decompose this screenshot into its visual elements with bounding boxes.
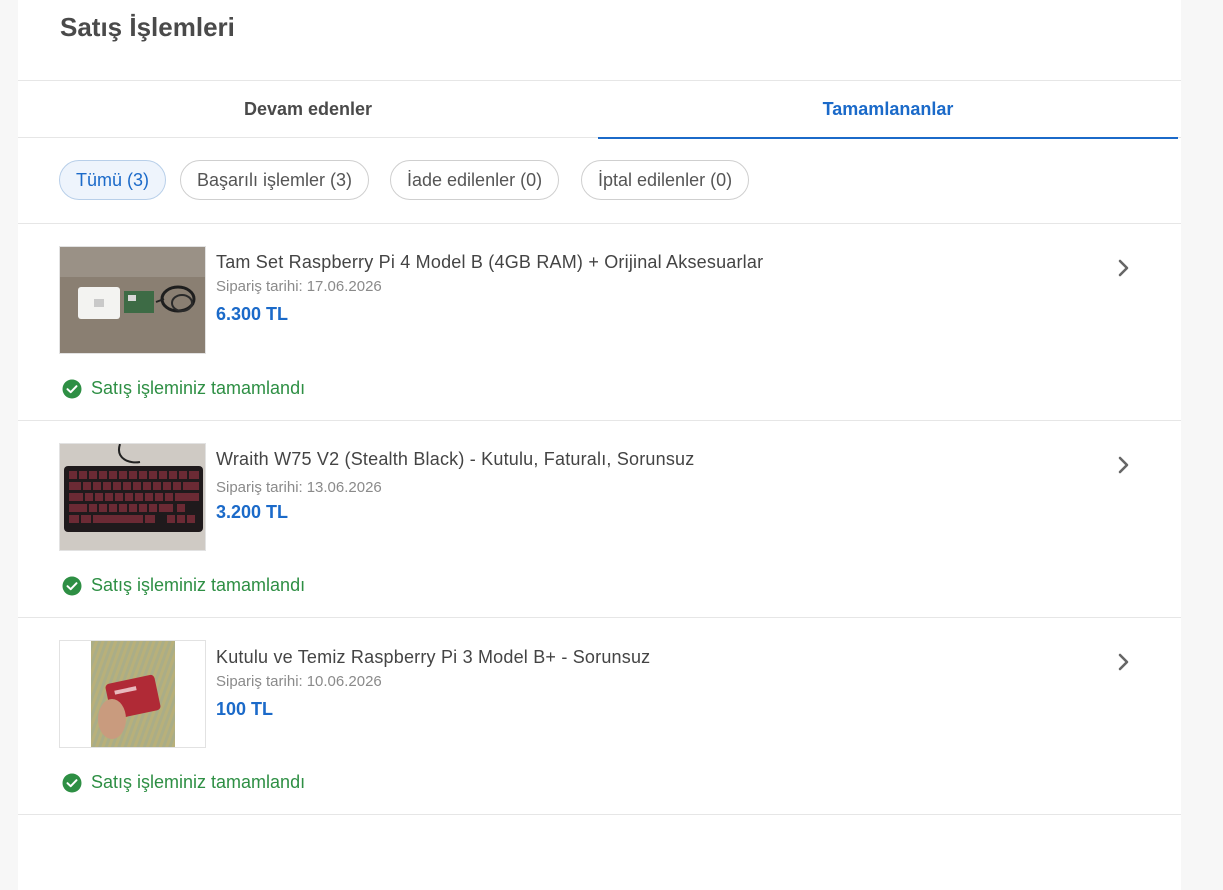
order-status-text: Satış işleminiz tamamlandı xyxy=(91,772,306,792)
tab-bar: Devam edenler Tamamlananlar xyxy=(18,80,1181,139)
filter-all-chip[interactable]: Tümü (3) xyxy=(59,160,167,200)
order-status: Satış işleminiz tamamlandı xyxy=(62,772,305,793)
order-status: Satış işleminiz tamamlandı xyxy=(62,575,305,596)
product-photo-raspberry-pi-3 xyxy=(60,641,205,747)
order-card[interactable]: Kutulu ve Temiz Raspberry Pi 3 Model B+ … xyxy=(18,618,1181,815)
order-date-value: 10.06.2026 xyxy=(306,673,382,690)
filter-cancelled-chip[interactable]: İptal edilenler (0) xyxy=(581,160,750,200)
product-price: 3.200 TL xyxy=(216,502,289,522)
order-date-value: 13.06.2026 xyxy=(306,479,382,496)
filter-bar: Tümü (3) Başarılı işlemler (3) İade edil… xyxy=(18,139,1181,224)
order-date-label: Sipariş tarihi: xyxy=(216,673,303,690)
order-date-label: Sipariş tarihi: xyxy=(216,479,303,496)
order-date: Sipariş tarihi: 10.06.2026 xyxy=(216,673,382,690)
product-price: 6.300 TL xyxy=(216,304,289,324)
tab-completed[interactable]: Tamamlananlar xyxy=(598,81,1178,139)
order-status-text: Satış işleminiz tamamlandı xyxy=(91,378,306,398)
product-title: Kutulu ve Temiz Raspberry Pi 3 Model B+ … xyxy=(216,647,651,667)
tab-ongoing[interactable]: Devam edenler xyxy=(18,81,598,138)
check-circle-icon xyxy=(62,576,82,595)
order-date: Sipariş tarihi: 13.06.2026 xyxy=(216,479,382,496)
chevron-right-icon[interactable] xyxy=(1113,455,1133,475)
filter-successful-chip[interactable]: Başarılı işlemler (3) xyxy=(180,160,370,200)
product-thumbnail xyxy=(59,246,206,354)
product-title: Tam Set Raspberry Pi 4 Model B (4GB RAM)… xyxy=(216,252,764,272)
chevron-right-icon[interactable] xyxy=(1113,258,1133,278)
page-title: Satış İşlemleri xyxy=(60,12,235,42)
sales-panel: Satış İşlemleri Devam edenler Tamamlanan… xyxy=(18,0,1181,890)
order-card[interactable]: Tam Set Raspberry Pi 4 Model B (4GB RAM)… xyxy=(18,224,1181,421)
order-status: Satış işleminiz tamamlandı xyxy=(62,378,305,399)
product-photo-raspberry-pi-4 xyxy=(60,247,205,353)
product-title: Wraith W75 V2 (Stealth Black) - Kutulu, … xyxy=(216,449,695,469)
chevron-right-icon[interactable] xyxy=(1113,652,1133,672)
product-thumbnail xyxy=(59,443,206,551)
order-status-text: Satış işleminiz tamamlandı xyxy=(91,575,306,595)
order-date-value: 17.06.2026 xyxy=(306,278,382,295)
check-circle-icon xyxy=(62,773,82,792)
check-circle-icon xyxy=(62,379,82,398)
product-thumbnail xyxy=(59,640,206,748)
order-date-label: Sipariş tarihi: xyxy=(216,278,303,295)
product-price: 100 TL xyxy=(216,699,274,719)
order-card[interactable]: Wraith W75 V2 (Stealth Black) - Kutulu, … xyxy=(18,421,1181,618)
order-date: Sipariş tarihi: 17.06.2026 xyxy=(216,278,382,295)
filter-returned-chip[interactable]: İade edilenler (0) xyxy=(390,160,560,200)
product-photo-keyboard xyxy=(60,444,205,550)
